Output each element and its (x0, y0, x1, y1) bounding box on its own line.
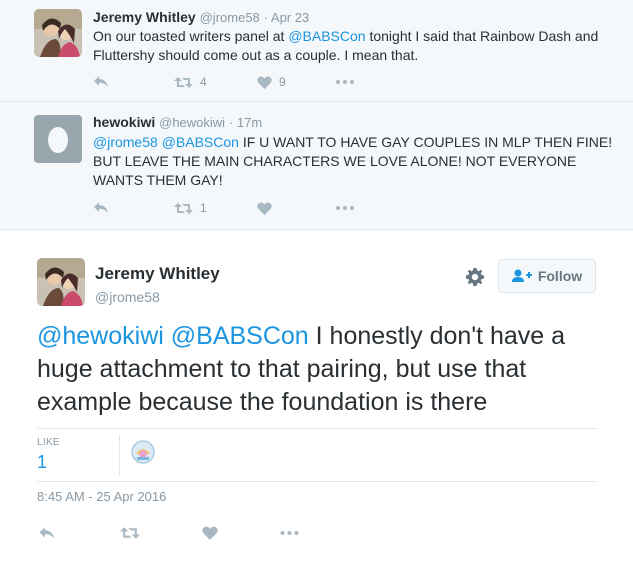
more-button[interactable] (336, 80, 354, 84)
avatar-jeremy[interactable] (34, 9, 82, 57)
gear-icon (466, 268, 484, 286)
more-icon (336, 80, 354, 84)
mention-link[interactable]: @BABSCon (171, 322, 309, 350)
retweet-button[interactable]: 4 (174, 75, 257, 89)
settings-button[interactable] (466, 268, 484, 291)
heart-icon (257, 76, 272, 89)
liker-avatar[interactable] (131, 440, 155, 464)
retweet-icon (174, 76, 193, 88)
reply-icon (94, 76, 108, 87)
tweet-text: @hewokiwi @BABSCon I honestly don't have… (37, 320, 607, 419)
tweet-timestamp[interactable]: 8:45 AM - 25 Apr 2016 (37, 489, 166, 504)
like-button[interactable] (202, 526, 280, 540)
reply-button[interactable] (38, 526, 120, 541)
avatar-hewokiwi[interactable] (34, 115, 82, 163)
author-handle[interactable]: @jrome58 (95, 289, 160, 305)
main-tweet: Jeremy Whitley @jrome58 Follow @hewokiwi… (0, 230, 633, 570)
mention-link[interactable]: @hewokiwi (37, 322, 164, 350)
tweet-header: Jeremy Whitley @jrome58 · Apr 23 (93, 9, 309, 25)
tweet-jeremy-whitley[interactable]: Jeremy Whitley @jrome58 · Apr 23 On our … (0, 0, 633, 102)
retweet-button[interactable]: 1 (174, 201, 257, 215)
heart-icon (257, 202, 272, 215)
reply-icon (39, 526, 55, 539)
tweet-time[interactable]: · Apr 23 (264, 10, 310, 25)
like-button[interactable]: 9 (257, 75, 336, 89)
tweet-text-part: On our toasted writers panel at (93, 28, 289, 44)
reply-button[interactable] (93, 75, 174, 89)
likes-count[interactable]: 1 (37, 452, 47, 473)
author-name[interactable]: Jeremy Whitley (93, 9, 196, 25)
tweet-time[interactable]: · 17m (229, 115, 262, 130)
retweet-count: 4 (200, 75, 207, 89)
avatar-jeremy[interactable] (37, 258, 85, 306)
tweet-actions (38, 523, 299, 543)
likes-label: LIKE (37, 437, 60, 448)
author-handle[interactable]: @hewokiwi (159, 115, 225, 130)
retweet-icon (120, 527, 140, 539)
like-button[interactable] (257, 202, 336, 215)
retweet-button[interactable] (120, 526, 202, 540)
tweet-text: @jrome58 @BABSCon IF U WANT TO HAVE GAY … (93, 133, 613, 190)
reply-icon (94, 202, 108, 213)
more-icon (336, 206, 354, 210)
like-count: 9 (279, 75, 286, 89)
more-button[interactable] (280, 531, 299, 535)
tweet-text: On our toasted writers panel at @BABSCon… (93, 27, 613, 65)
mention-link[interactable]: @BABSCon (162, 134, 239, 150)
author-name[interactable]: Jeremy Whitley (95, 264, 220, 284)
retweet-icon (174, 202, 193, 214)
tweet-stats: LIKE 1 (37, 428, 597, 482)
author-handle[interactable]: @jrome58 (200, 10, 260, 25)
tweet-hewokiwi[interactable]: hewokiwi @hewokiwi · 17m @jrome58 @BABSC… (0, 102, 633, 230)
tweet-actions: 4 9 (93, 73, 354, 91)
mention-link[interactable]: @jrome58 (93, 134, 158, 150)
author-name[interactable]: hewokiwi (93, 114, 155, 130)
mention-link[interactable]: @BABSCon (288, 28, 365, 44)
likes-stat[interactable]: LIKE 1 (37, 435, 120, 475)
follow-button[interactable]: Follow (498, 259, 596, 293)
reply-button[interactable] (93, 201, 174, 215)
follow-user-icon (511, 269, 532, 282)
heart-icon (202, 526, 218, 540)
tweet-actions: 1 (93, 199, 354, 217)
tweet-header: hewokiwi @hewokiwi · 17m (93, 114, 262, 130)
more-button[interactable] (336, 206, 354, 210)
follow-label: Follow (537, 268, 583, 284)
retweet-count: 1 (200, 201, 207, 215)
more-icon (280, 531, 299, 535)
